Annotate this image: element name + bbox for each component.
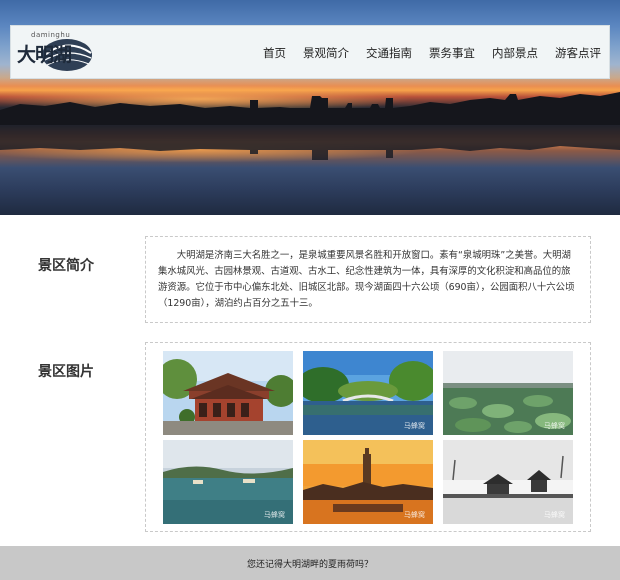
watermark: 马蜂窝: [404, 511, 425, 519]
watermark: 马蜂窝: [264, 511, 285, 519]
gallery-section-title: 景区图片: [38, 364, 94, 380]
intro-section-title: 景区简介: [38, 258, 94, 274]
intro-paragraph: 大明湖是济南三大名胜之一，是泉城重要风景名胜和开放窗口。素有“泉城明珠”之美誉。…: [158, 250, 575, 309]
watermark: 马蜂窝: [544, 422, 565, 430]
daminghu-logo-icon[interactable]: daminghu 大明湖: [15, 29, 95, 75]
nav-item-tickets[interactable]: 票务事宜: [429, 45, 475, 61]
gallery-photo[interactable]: 马蜂窝: [163, 440, 293, 524]
nav-item-home[interactable]: 首页: [263, 45, 286, 61]
footer-link[interactable]: 您还记得大明湖畔的夏雨荷吗？: [247, 557, 373, 570]
intro-box: 大明湖是济南三大名胜之一，是泉城重要风景名胜和开放窗口。素有“泉城明珠”之美誉。…: [145, 236, 591, 323]
footer: 您还记得大明湖畔的夏雨荷吗？: [0, 546, 620, 580]
watermark: 马蜂窝: [544, 511, 565, 519]
navbar: daminghu 大明湖 首页 景观简介 交通指南 票务事宜 内部景点 游客点评: [10, 25, 610, 79]
nav-item-reviews[interactable]: 游客点评: [555, 45, 601, 61]
nav-item-transport-guide[interactable]: 交通指南: [366, 45, 412, 61]
gallery-photo[interactable]: [163, 351, 293, 435]
gallery-photo[interactable]: 马蜂窝: [443, 351, 573, 435]
logo-subtext: daminghu: [31, 31, 71, 39]
nav-item-scenic-intro[interactable]: 景观简介: [303, 45, 349, 61]
gallery-box: 马蜂窝 马蜂窝 马蜂窝 马蜂窝 马蜂窝: [145, 342, 591, 532]
nav-item-attractions[interactable]: 内部景点: [492, 45, 538, 61]
watermark: 马蜂窝: [404, 422, 425, 430]
gallery-photo[interactable]: 马蜂窝: [443, 440, 573, 524]
main-nav: 首页 景观简介 交通指南 票务事宜 内部景点 游客点评: [263, 26, 609, 80]
gallery-photo[interactable]: 马蜂窝: [303, 351, 433, 435]
gallery-photo[interactable]: 马蜂窝: [303, 440, 433, 524]
logo-text: 大明湖: [17, 44, 72, 66]
